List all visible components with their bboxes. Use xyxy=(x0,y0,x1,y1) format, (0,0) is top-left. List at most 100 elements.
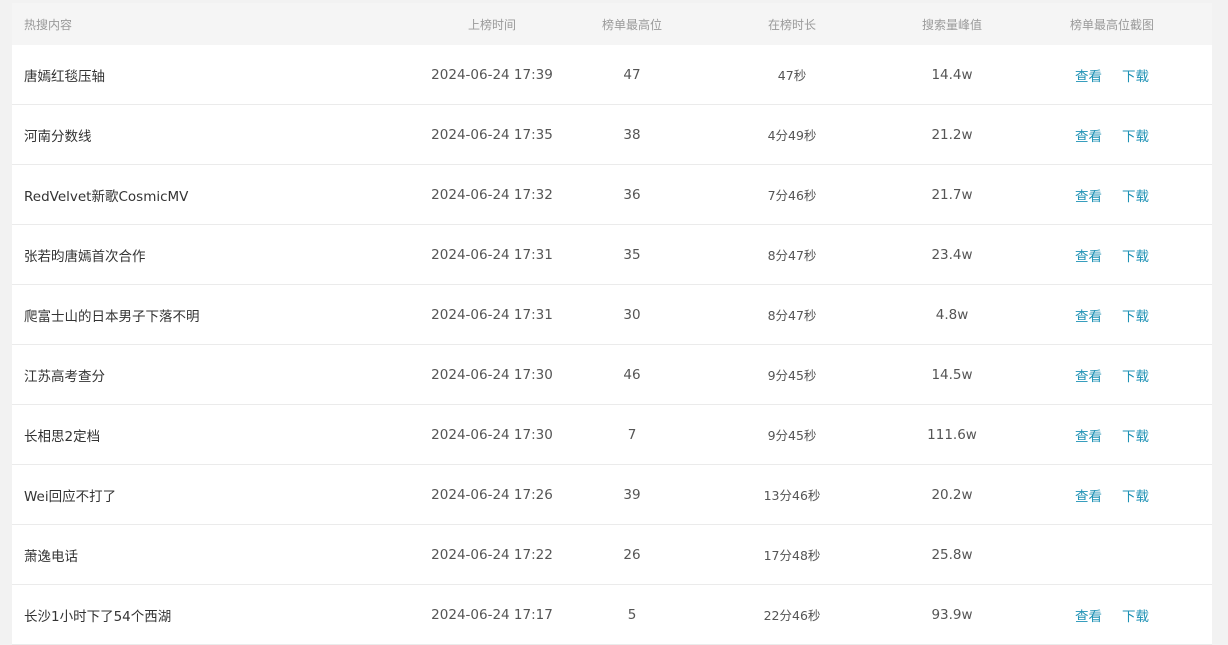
table-row: RedVelvet新歌CosmicMV 2024-06-24 17:32 36 7分4… xyxy=(12,165,1212,225)
view-link[interactable]: 查看 xyxy=(1075,245,1102,265)
view-link[interactable]: 查看 xyxy=(1075,425,1102,445)
screenshot-links: 查看 下载 xyxy=(1075,485,1149,505)
row-duration: 8分47秒 xyxy=(767,308,817,323)
row-screenshot-actions: 查看 下载 xyxy=(1012,485,1212,505)
row-peak: 21.7w xyxy=(931,186,973,203)
row-duration: 17分48秒 xyxy=(763,548,821,563)
row-title: RedVelvet新歌CosmicMV xyxy=(24,188,189,205)
table-row: 长相思2定档 2024-06-24 17:30 7 9分45秒 111.6w 查看 下载 xyxy=(12,405,1212,465)
screenshot-links: 查看 下载 xyxy=(1075,185,1149,205)
header-time: 上榜时间 xyxy=(467,17,516,32)
row-title: Wei回应不打了 xyxy=(24,488,117,505)
row-title: 长相思2定档 xyxy=(24,428,101,445)
row-time: 2024-06-24 17:31 xyxy=(431,306,553,323)
row-screenshot-actions: 查看 下载 xyxy=(1012,65,1212,85)
row-title: 河南分数线 xyxy=(24,128,92,145)
download-link[interactable]: 下载 xyxy=(1122,485,1149,505)
table-row: 江苏高考查分 2024-06-24 17:30 46 9分45秒 14.5w 查看 下载 xyxy=(12,345,1212,405)
row-rank: 39 xyxy=(623,486,641,503)
row-title: 长沙1小时下了54个西湖 xyxy=(24,608,172,625)
hot-search-table: 热搜内容 上榜时间 榜单最高位 在榜时长 搜索量峰值 榜单最高位截图 唐嫣红毯压… xyxy=(12,3,1212,645)
row-rank: 38 xyxy=(623,126,641,143)
table-row: 唐嫣红毯压轴 2024-06-24 17:39 47 47秒 14.4w 查看 下载 xyxy=(12,45,1212,105)
download-link[interactable]: 下载 xyxy=(1122,245,1149,265)
row-peak: 21.2w xyxy=(931,126,973,143)
row-duration: 7分46秒 xyxy=(767,188,817,203)
header-peak: 搜索量峰值 xyxy=(921,17,982,32)
table-row: 长沙1小时下了54个西湖 2024-06-24 17:17 5 22分46秒 93.9w… xyxy=(12,585,1212,645)
screenshot-links: 查看 下载 xyxy=(1075,425,1149,445)
row-rank: 46 xyxy=(623,366,641,383)
view-link[interactable]: 查看 xyxy=(1075,485,1102,505)
row-peak: 4.8w xyxy=(935,306,969,323)
table-header: 热搜内容 上榜时间 榜单最高位 在榜时长 搜索量峰值 榜单最高位截图 xyxy=(12,3,1212,45)
row-peak: 14.4w xyxy=(931,66,973,83)
row-rank: 35 xyxy=(623,246,641,263)
row-time: 2024-06-24 17:22 xyxy=(431,546,553,563)
row-time: 2024-06-24 17:26 xyxy=(431,486,553,503)
row-screenshot-actions: 查看 下载 xyxy=(1012,425,1212,445)
view-link[interactable]: 查看 xyxy=(1075,365,1102,385)
screenshot-links: 查看 下载 xyxy=(1075,305,1149,325)
row-rank: 26 xyxy=(623,546,641,563)
table-row: 河南分数线 2024-06-24 17:35 38 4分49秒 21.2w 查看 下载 xyxy=(12,105,1212,165)
download-link[interactable]: 下载 xyxy=(1122,185,1149,205)
view-link[interactable]: 查看 xyxy=(1075,605,1102,625)
row-screenshot-actions: 查看 下载 xyxy=(1012,305,1212,325)
row-peak: 23.4w xyxy=(931,246,973,263)
header-duration: 在榜时长 xyxy=(767,17,816,32)
row-duration: 47秒 xyxy=(777,68,807,83)
row-rank: 30 xyxy=(623,306,641,323)
row-title: 张若昀唐嫣首次合作 xyxy=(24,248,146,265)
row-screenshot-actions: 查看 下载 xyxy=(1012,365,1212,385)
row-peak: 93.9w xyxy=(931,606,973,623)
row-peak: 25.8w xyxy=(931,546,973,563)
row-rank: 7 xyxy=(627,426,637,443)
view-link[interactable]: 查看 xyxy=(1075,185,1102,205)
view-link[interactable]: 查看 xyxy=(1075,305,1102,325)
header-title: 热搜内容 xyxy=(24,17,73,32)
row-duration: 9分45秒 xyxy=(767,368,817,383)
download-link[interactable]: 下载 xyxy=(1122,65,1149,85)
row-peak: 111.6w xyxy=(927,426,977,443)
view-link[interactable]: 查看 xyxy=(1075,65,1102,85)
row-time: 2024-06-24 17:30 xyxy=(431,366,553,383)
download-link[interactable]: 下载 xyxy=(1122,125,1149,145)
row-screenshot-actions: 查看 下载 xyxy=(1012,605,1212,625)
row-title: 爬富士山的日本男子下落不明 xyxy=(24,308,200,325)
row-rank: 36 xyxy=(623,186,641,203)
screenshot-links: 查看 下载 xyxy=(1075,245,1149,265)
row-title: 唐嫣红毯压轴 xyxy=(24,68,105,85)
row-screenshot-actions: 查看 下载 xyxy=(1012,125,1212,145)
download-link[interactable]: 下载 xyxy=(1122,425,1149,445)
row-screenshot-actions: 查看 下载 xyxy=(1012,185,1212,205)
row-duration: 13分46秒 xyxy=(763,488,821,503)
header-screenshot: 榜单最高位截图 xyxy=(1069,17,1154,32)
download-link[interactable]: 下载 xyxy=(1122,305,1149,325)
table-row: Wei回应不打了 2024-06-24 17:26 39 13分46秒 20.2w 查看下… xyxy=(12,465,1212,525)
view-link[interactable]: 查看 xyxy=(1075,125,1102,145)
screenshot-links: 查看 下载 xyxy=(1075,125,1149,145)
download-link[interactable]: 下载 xyxy=(1122,605,1149,625)
header-rank: 榜单最高位 xyxy=(601,17,662,32)
row-time: 2024-06-24 17:17 xyxy=(431,606,553,623)
row-duration: 4分49秒 xyxy=(767,128,817,143)
row-time: 2024-06-24 17:39 xyxy=(431,66,553,83)
table-row: 爬富士山的日本男子下落不明 2024-06-24 17:31 30 8分47秒 4.8w… xyxy=(12,285,1212,345)
row-duration: 9分45秒 xyxy=(767,428,817,443)
row-time: 2024-06-24 17:30 xyxy=(431,426,553,443)
table-row: 张若昀唐嫣首次合作 2024-06-24 17:31 35 8分47秒 23.4w 查看下… xyxy=(12,225,1212,285)
screenshot-links: 查看 下载 xyxy=(1075,605,1149,625)
row-title: 萧逸电话 xyxy=(24,548,78,565)
row-time: 2024-06-24 17:31 xyxy=(431,246,553,263)
table-row: 萧逸电话 2024-06-24 17:22 26 17分48秒 25.8w xyxy=(12,525,1212,585)
row-time: 2024-06-24 17:32 xyxy=(431,186,553,203)
row-peak: 14.5w xyxy=(931,366,973,383)
row-time: 2024-06-24 17:35 xyxy=(431,126,553,143)
row-duration: 8分47秒 xyxy=(767,248,817,263)
row-rank: 5 xyxy=(627,606,637,623)
row-rank: 47 xyxy=(623,66,641,83)
row-peak: 20.2w xyxy=(931,486,973,503)
row-screenshot-actions: 查看 下载 xyxy=(1012,245,1212,265)
download-link[interactable]: 下载 xyxy=(1122,365,1149,385)
